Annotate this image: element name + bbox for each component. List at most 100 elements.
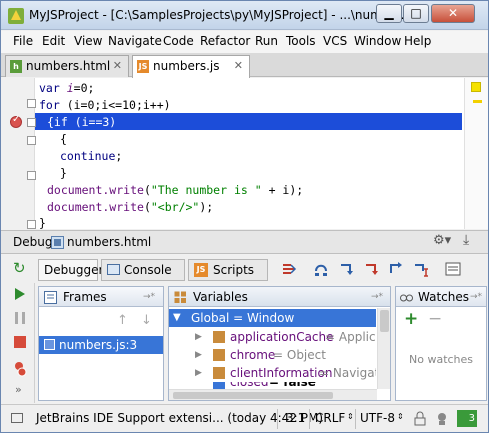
settings-icon[interactable]: ⚙▾: [433, 233, 451, 248]
show-execution-point-icon[interactable]: [281, 261, 297, 277]
menu-help[interactable]: Help: [404, 34, 431, 48]
breakpoint-icon[interactable]: [10, 114, 22, 128]
tab-numbers-html[interactable]: h numbers.html ✕: [5, 55, 129, 77]
event-log-badge[interactable]: 3: [457, 410, 477, 427]
tab-scripts[interactable]: JS Scripts →*: [188, 259, 268, 297]
pause-icon[interactable]: [13, 311, 27, 325]
code-editor[interactable]: var i=0; for (i=0;i<=10;i++) {if (i==3) …: [1, 78, 488, 230]
fold-icon[interactable]: [27, 99, 36, 108]
editor-tab-bar: h numbers.html ✕ JS numbers.js ✕: [1, 53, 488, 78]
toggle-tool-windows-icon[interactable]: [11, 413, 23, 423]
close-tab-icon[interactable]: ✕: [113, 56, 122, 76]
fold-icon[interactable]: [27, 136, 36, 145]
step-out-icon[interactable]: [388, 261, 404, 277]
watches-pin-icon[interactable]: →*: [470, 287, 482, 307]
resume-icon[interactable]: [13, 287, 27, 301]
variables-icon: [174, 291, 186, 303]
variable-row[interactable]: ▶ clientInformation = Navigator: [169, 364, 376, 382]
close-tab-icon[interactable]: ✕: [234, 56, 243, 76]
view-breakpoints-icon[interactable]: [13, 361, 29, 377]
debug-side-toolbar: »: [1, 283, 35, 403]
force-step-into-icon[interactable]: [363, 261, 379, 277]
frames-title: Frames: [63, 290, 107, 304]
tab-label: numbers.js: [153, 59, 220, 73]
error-stripe[interactable]: [464, 78, 488, 229]
variables-title: Variables: [193, 290, 248, 304]
tab-numbers-js[interactable]: JS numbers.js ✕: [132, 55, 250, 78]
frame-item[interactable]: numbers.js:3: [39, 336, 163, 354]
add-watch-icon[interactable]: +: [404, 309, 418, 329]
variable-row[interactable]: ▶ chrome = Object: [169, 346, 376, 364]
menu-edit[interactable]: Edit: [42, 34, 65, 48]
run-to-cursor-icon[interactable]: [413, 261, 429, 277]
step-over-icon[interactable]: [313, 261, 329, 277]
frame-down-icon[interactable]: ↓: [141, 313, 152, 328]
menu-bar: File Edit View Navigate Code Refactor Ru…: [1, 31, 488, 53]
caret-position[interactable]: 3:1: [286, 411, 305, 425]
tab-console[interactable]: Console →*: [101, 259, 185, 297]
menu-window[interactable]: Window: [354, 34, 401, 48]
separator: [309, 409, 310, 429]
menu-tools[interactable]: Tools: [286, 34, 316, 48]
watches-icon: [400, 294, 413, 302]
minimize-button[interactable]: ▁: [376, 4, 402, 23]
maximize-button[interactable]: □: [403, 4, 429, 23]
html-file-icon: h: [10, 60, 22, 73]
code-line: var i=0;: [39, 81, 95, 95]
object-icon: [213, 367, 225, 379]
menu-code[interactable]: Code: [163, 34, 194, 48]
stop-icon[interactable]: [13, 335, 27, 349]
menu-navigate[interactable]: Navigate: [108, 34, 162, 48]
hide-icon[interactable]: ⤓: [463, 232, 469, 248]
tab-label: numbers.html: [26, 59, 111, 73]
debug-label: Debug: [13, 235, 53, 249]
fold-icon[interactable]: [27, 220, 36, 229]
collapsed-arrow-icon[interactable]: ▶: [195, 346, 202, 364]
remove-watch-icon[interactable]: −: [428, 309, 442, 329]
code-line: }: [60, 166, 67, 180]
debug-config-name[interactable]: numbers.html: [67, 235, 151, 249]
variable-row[interactable]: ▶ applicationCache = Application: [169, 328, 376, 346]
fold-icon[interactable]: [27, 118, 36, 127]
warning-stripe-icon[interactable]: [473, 100, 482, 103]
horizontal-scrollbar[interactable]: [169, 389, 377, 400]
line-separator[interactable]: CRLF: [315, 411, 345, 425]
dropdown-icon[interactable]: ⇕: [397, 412, 404, 421]
fold-icon[interactable]: [27, 171, 36, 180]
more-icon[interactable]: »: [15, 383, 22, 396]
lock-icon[interactable]: [413, 411, 427, 426]
menu-run[interactable]: Run: [255, 34, 278, 48]
variables-pin-icon[interactable]: →*: [371, 287, 383, 307]
run-config-icon: [51, 236, 64, 249]
tab-debugger[interactable]: Debugger: [38, 259, 103, 281]
status-message[interactable]: JetBrains IDE Support extensi... (today …: [36, 411, 323, 425]
menu-refactor[interactable]: Refactor: [200, 34, 250, 48]
menu-file[interactable]: File: [13, 34, 33, 48]
code-line: for (i=0;i<=10;i++): [39, 98, 171, 112]
scrollbar-thumb[interactable]: [380, 310, 389, 332]
variables-header: Variables →*: [169, 287, 390, 307]
rerun-icon[interactable]: ↻: [13, 259, 26, 277]
scrollbar-thumb[interactable]: [173, 392, 333, 399]
js-file-icon: JS: [137, 60, 149, 73]
vertical-scrollbar[interactable]: [377, 308, 390, 389]
frames-icon: [44, 291, 57, 304]
variable-root-row[interactable]: ▼ Global = Window: [169, 309, 376, 327]
menu-view[interactable]: View: [74, 34, 102, 48]
collapsed-arrow-icon[interactable]: ▶: [195, 364, 202, 382]
dropdown-icon[interactable]: ⇕: [347, 412, 354, 421]
step-into-icon[interactable]: [338, 261, 354, 277]
frame-up-icon[interactable]: ↑: [117, 313, 128, 328]
watches-panel: Watches →* + − No watches: [395, 286, 487, 401]
expanded-arrow-icon[interactable]: ▼: [173, 309, 181, 327]
inspector-icon[interactable]: [435, 411, 449, 426]
warning-marker-icon[interactable]: [471, 82, 481, 92]
evaluate-expression-icon[interactable]: [445, 261, 461, 277]
code-line: {: [60, 132, 67, 146]
scripts-icon: JS: [194, 263, 208, 277]
file-encoding[interactable]: UTF-8: [360, 411, 395, 425]
frames-pin-icon[interactable]: →*: [143, 287, 155, 307]
menu-vcs[interactable]: VCS: [323, 34, 347, 48]
close-button[interactable]: ✕: [431, 4, 475, 23]
collapsed-arrow-icon[interactable]: ▶: [195, 328, 202, 346]
